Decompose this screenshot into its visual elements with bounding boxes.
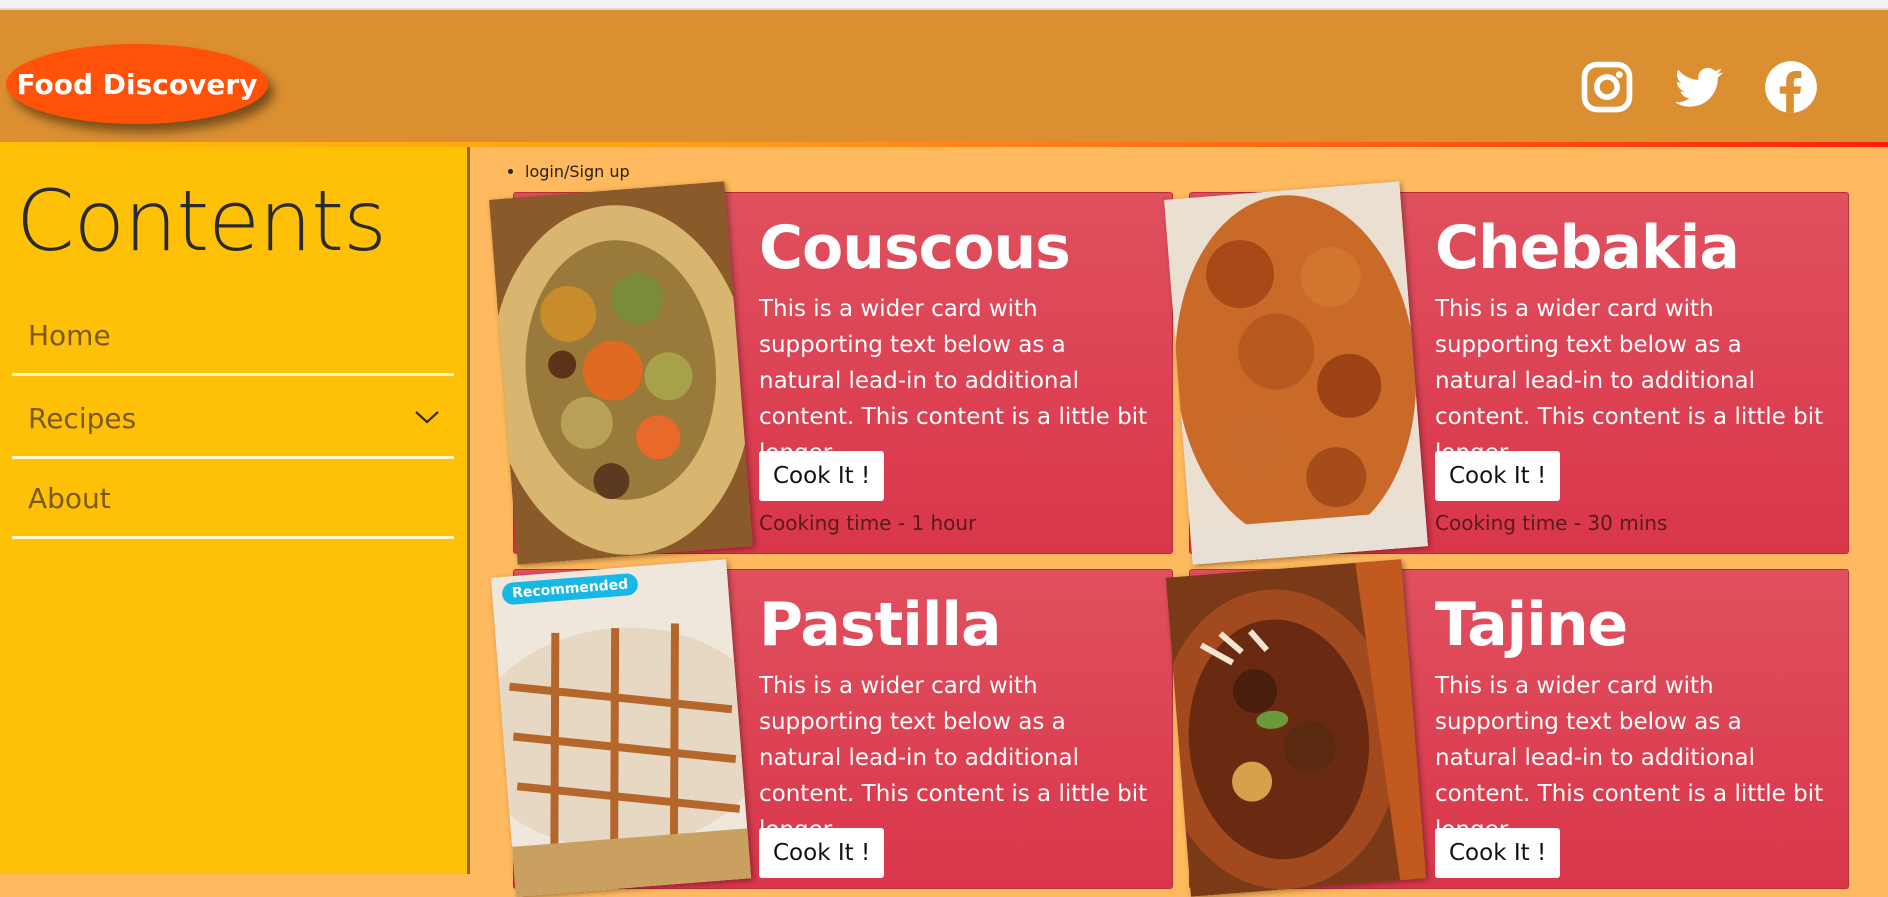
pastilla-photo (490, 559, 752, 897)
card-text: This is a wider card with supporting tex… (1435, 673, 1824, 843)
card-text: This is a wider card with supporting tex… (759, 296, 1148, 466)
card-text: This is a wider card with supporting tex… (759, 673, 1148, 843)
sidebar-item-label: Home (28, 319, 111, 352)
cooking-time: Cooking time - 1 hour (759, 511, 977, 535)
chebakia-photo (1164, 181, 1428, 565)
card-text: This is a wider card with supporting tex… (1435, 296, 1824, 466)
cook-it-button[interactable]: Cook It ! (1435, 828, 1561, 878)
sidebar-item-about[interactable]: About (12, 461, 454, 539)
sidebar-item-home[interactable]: Home (12, 298, 454, 376)
sidebar-title: Contents (16, 172, 387, 270)
cook-it-button[interactable]: Cook It ! (759, 451, 885, 501)
facebook-icon[interactable] (1764, 60, 1818, 114)
card-title: Couscous (759, 213, 1071, 283)
sidebar-item-label: About (28, 482, 111, 515)
card-title: Pastilla (759, 590, 1001, 660)
cook-it-button[interactable]: Cook It ! (1435, 451, 1561, 501)
login-link[interactable]: login/Sign up (525, 162, 630, 181)
brand-logo[interactable]: Food Discovery (6, 44, 268, 124)
twitter-icon[interactable] (1672, 60, 1726, 114)
couscous-photo (489, 181, 753, 565)
top-nav-list: login/Sign up (503, 162, 630, 181)
cooking-time: Cooking time - 30 mins (1435, 511, 1668, 535)
instagram-icon[interactable] (1580, 60, 1634, 114)
card-title: Chebakia (1435, 213, 1740, 283)
sidebar-item-label: Recipes (28, 402, 137, 435)
site-header: Food Discovery (0, 10, 1888, 142)
chevron-down-icon (415, 411, 439, 424)
cook-it-button[interactable]: Cook It ! (759, 828, 885, 878)
sidebar-item-recipes[interactable]: Recipes (12, 381, 454, 459)
browser-top-edge (0, 0, 1888, 10)
tajine-photo (1165, 559, 1427, 897)
card-title: Tajine (1435, 590, 1628, 660)
